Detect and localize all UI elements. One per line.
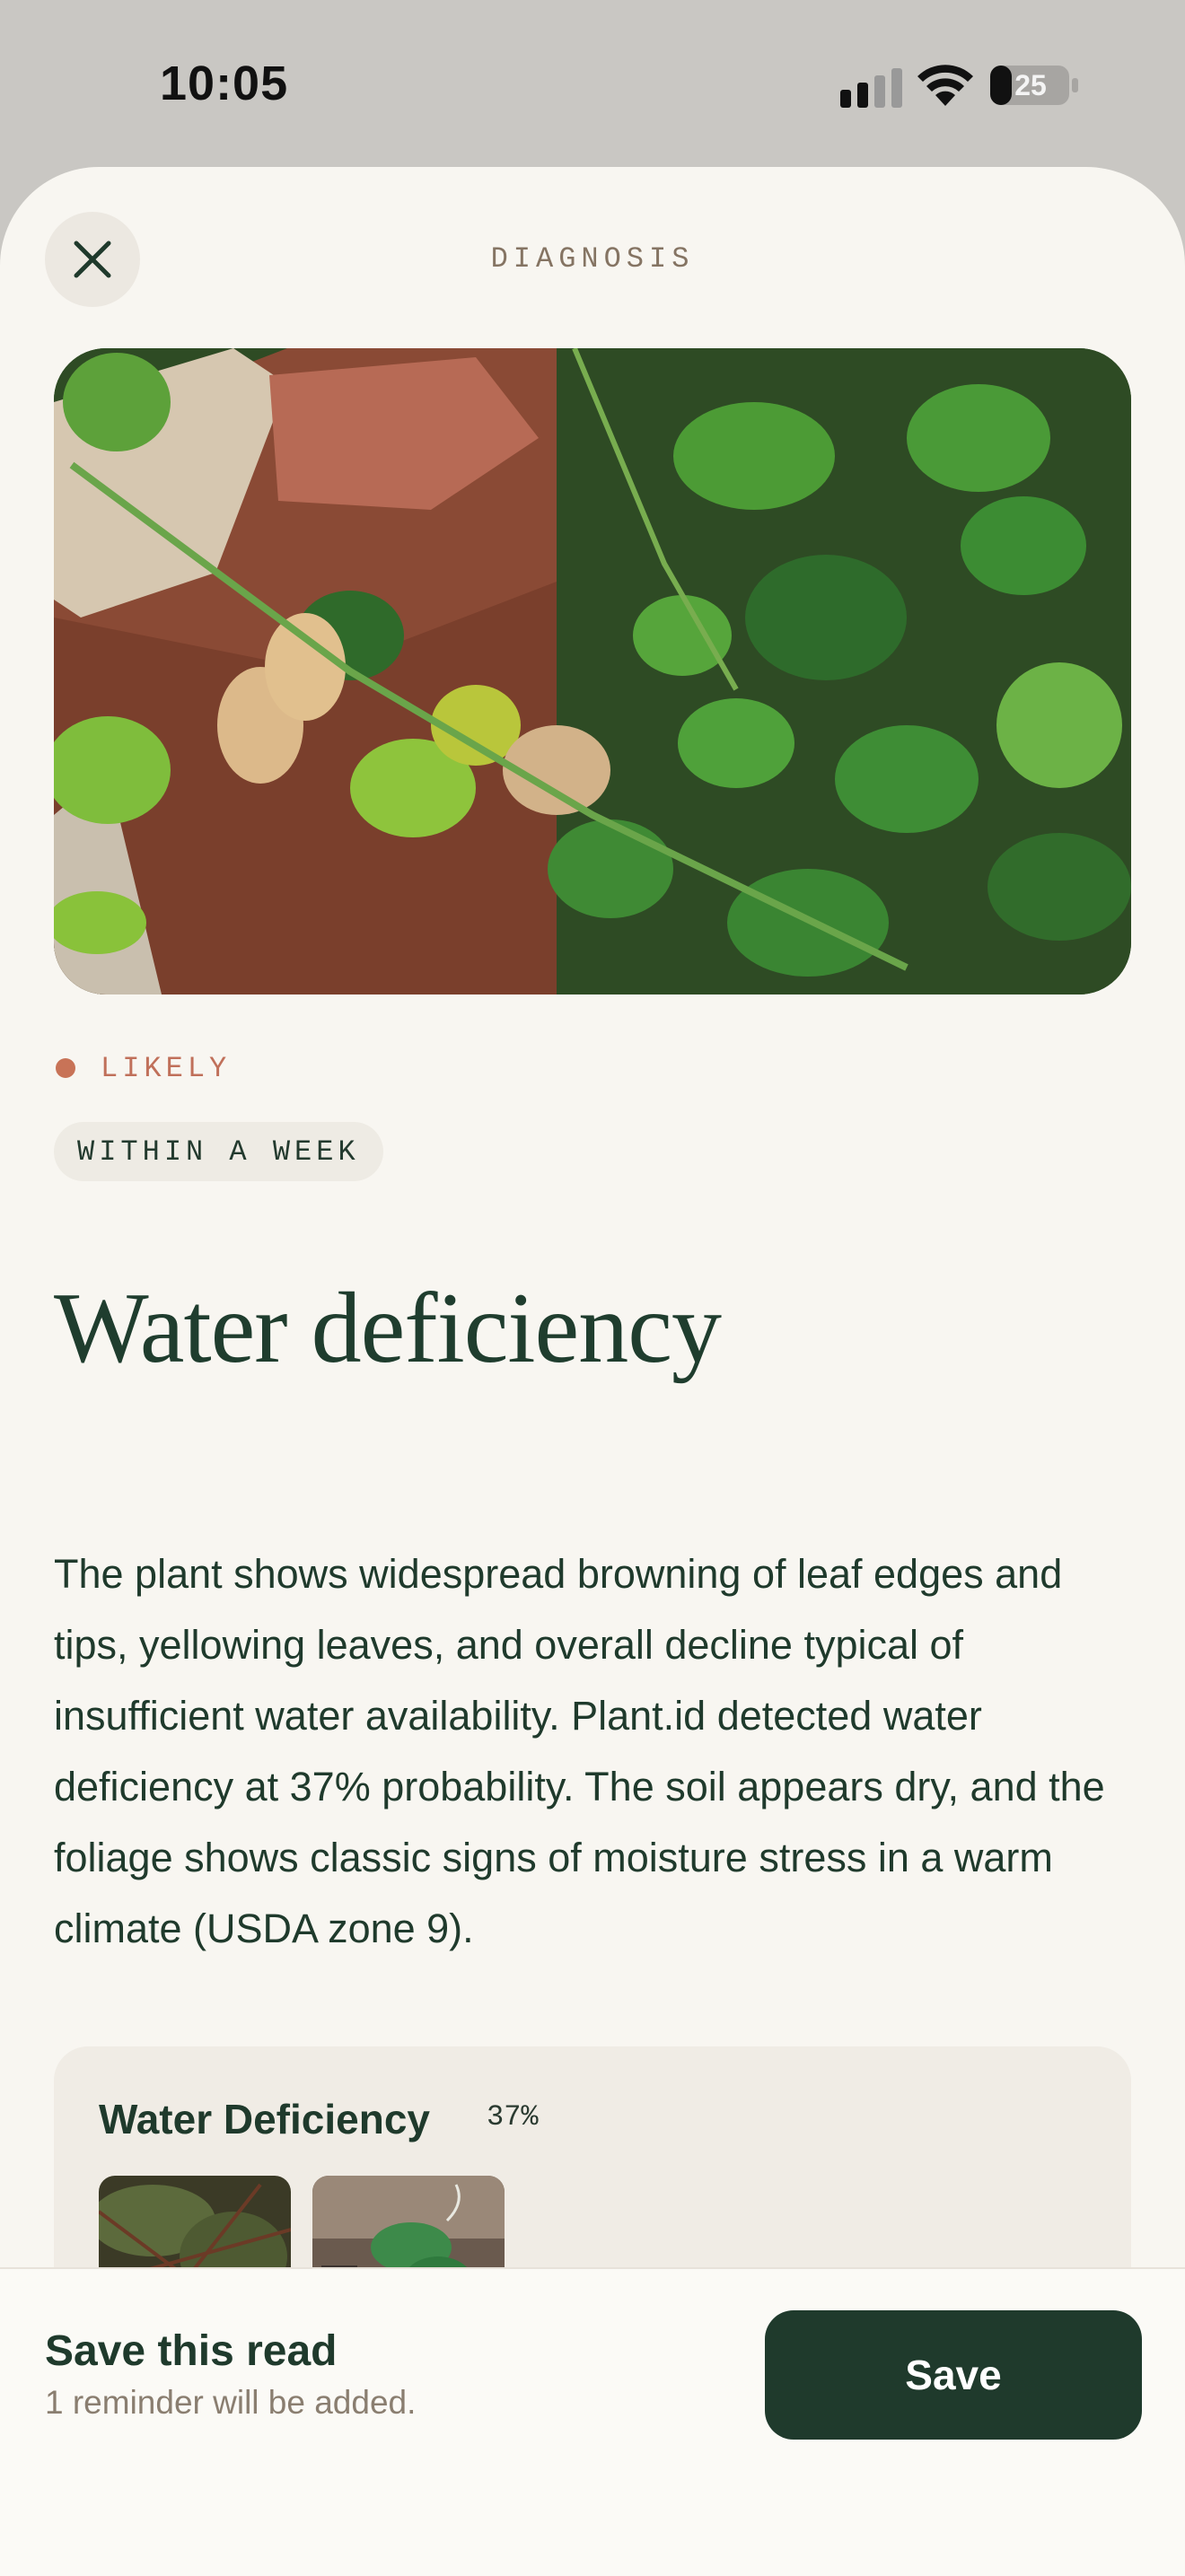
save-footer: Save this read 1 reminder will be added.… — [0, 2267, 1185, 2576]
wifi-icon — [917, 65, 973, 106]
result-probability: 37% — [487, 2100, 539, 2134]
plant-photo — [54, 348, 1131, 994]
save-button[interactable]: Save — [765, 2310, 1142, 2440]
diagnosis-sheet: DIAGNOSIS LIKELY WITHIN A WEEK Water def… — [0, 167, 1185, 2574]
battery-level: 25 — [1014, 69, 1047, 101]
likelihood-indicator: LIKELY — [56, 1050, 231, 1086]
likelihood-label: LIKELY — [101, 1051, 232, 1085]
status-bar: 10:05 25 — [0, 0, 1185, 167]
signal-icon — [840, 68, 902, 108]
urgency-tag: WITHIN A WEEK — [54, 1122, 383, 1181]
diagnosis-title: Water deficiency — [54, 1273, 722, 1384]
battery-icon: 25 — [989, 65, 1079, 106]
diagnosis-description: The plant shows widespread browning of l… — [54, 1551, 1105, 1951]
save-subtitle: 1 reminder will be added. — [45, 2384, 417, 2421]
sheet-title: DIAGNOSIS — [490, 242, 695, 276]
likelihood-dot — [56, 1058, 75, 1078]
status-time: 10:05 — [160, 57, 289, 110]
result-name: Water Deficiency — [99, 2096, 430, 2142]
save-title: Save this read — [45, 2327, 338, 2375]
